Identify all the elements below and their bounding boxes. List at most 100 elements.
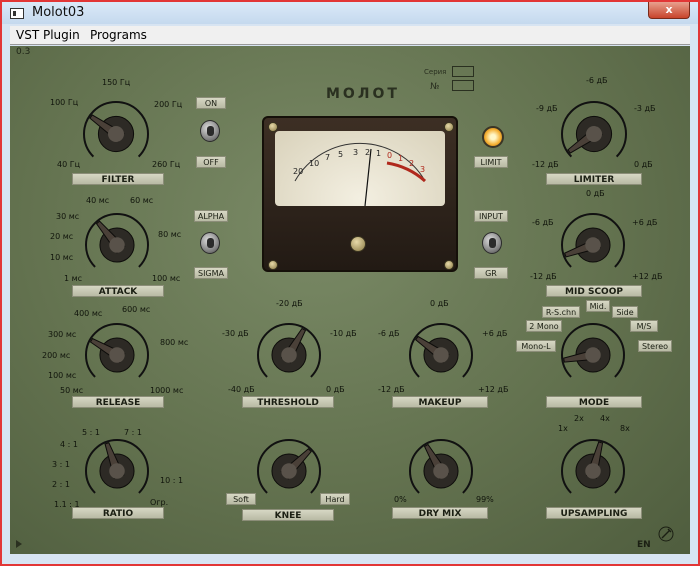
threshold-tick-label: 0 дБ [326,385,345,394]
number-plate [452,80,474,91]
mode-option-label: Side [612,306,638,318]
upsampling-tick-label: 4x [600,414,610,423]
title-bar[interactable]: Molot03 x [2,2,698,24]
limiter-tick-label: -9 дБ [536,104,558,113]
meter-scale-label: 2 [365,148,371,157]
attack-label: ATTACK [72,285,164,297]
mode-knob[interactable] [558,320,628,390]
meter-face: 20 10 7 5 3 2 1 0 1 2 3 [275,131,445,206]
threshold-tick-label: -40 дБ [228,385,255,394]
release-tick-label: 200 мс [42,351,71,360]
release-tick-label: 800 мс [160,338,189,347]
number-label: № [430,82,440,92]
meter-scale-label: 0 [387,151,393,160]
limiter-tick-label: -6 дБ [586,76,608,85]
mode-label: MODE [546,396,642,408]
ratio-tick-label: 5 : 1 [82,428,100,437]
dry-mix-knob[interactable] [406,436,476,506]
limiter-tick-label: 0 дБ [634,160,653,169]
ratio-label: RATIO [72,507,164,519]
filter-on-label: ON [196,97,226,109]
sigma-label: SIGMA [194,267,228,279]
release-tick-label: 100 мс [48,371,77,380]
meter-scale-label: 10 [309,159,320,168]
filter-label: FILTER [72,173,164,185]
expand-arrow-icon[interactable] [16,540,22,548]
ratio-tick-label: 2 : 1 [52,480,70,489]
filter-tick-label: 200 Гц [154,100,183,109]
meter-scale-label: 7 [325,153,331,162]
makeup-tick-label: -12 дБ [378,385,405,394]
mode-option-label: Mid. [586,300,610,312]
mid-scoop-tick-label: +6 дБ [632,218,658,227]
meter-scale-label: 5 [338,150,344,159]
ratio-tick-label: 4 : 1 [60,440,78,449]
filter-tick-label: 40 Гц [57,160,81,169]
mid-scoop-label: MID SCOOP [546,285,642,297]
attack-tick-label: 10 мс [50,253,74,262]
limit-lamp-icon [482,126,504,148]
filter-off-label: OFF [196,156,226,168]
makeup-tick-label: +6 дБ [482,329,508,338]
screw-icon [444,260,454,270]
ratio-tick-label: 7 : 1 [124,428,142,437]
menu-programs[interactable]: Programs [90,28,147,42]
upsampling-tick-label: 8x [620,424,630,433]
screw-icon [444,122,454,132]
meter-mode-toggle-switch[interactable] [482,232,502,254]
release-knob[interactable] [82,320,152,390]
makeup-tick-label: -6 дБ [378,329,400,338]
mode-option-label: 2 Mono [526,320,562,332]
ratio-knob[interactable] [82,436,152,506]
meter-scale-label: 3 [420,165,426,174]
upsampling-tick-label: 2x [574,414,584,423]
attack-tick-label: 1 мс [64,274,83,283]
limiter-label: LIMITER [546,173,642,185]
knee-tick-label: Soft [226,493,256,505]
input-label: INPUT [474,210,508,222]
ratio-tick-label: Огр. [150,498,169,507]
mid-scoop-tick-label: +12 дБ [632,272,663,281]
plugin-panel: 0.3 МОЛОТ Серия № ON OFF ALPHA SIGMA LIM… [10,46,690,554]
release-tick-label: 400 мс [74,309,103,318]
menu-vst-plugin[interactable]: VST Plugin [16,28,80,42]
knee-tick-label: Hard [320,493,350,505]
dry-mix-tick-label: 99% [476,495,494,504]
upsampling-knob[interactable] [558,436,628,506]
attack-knob[interactable] [82,210,152,280]
close-icon: x [665,3,673,16]
filter-knob[interactable] [80,98,152,170]
series-label: Серия [424,68,447,76]
vu-meter: 20 10 7 5 3 2 1 0 1 2 3 [262,116,458,272]
threshold-knob[interactable] [254,320,324,390]
screw-icon [268,260,278,270]
release-tick-label: 1000 мс [150,386,184,395]
threshold-tick-label: -20 дБ [276,299,303,308]
meter-adjust-screw-icon[interactable] [350,236,366,252]
knee-knob[interactable] [254,436,324,506]
makeup-tick-label: +12 дБ [478,385,509,394]
gr-label: GR [474,267,508,279]
makeup-tick-label: 0 дБ [430,299,449,308]
brand-label: МОЛОТ [326,86,400,102]
release-tick-label: 300 мс [48,330,77,339]
language-toggle[interactable]: EN [637,540,651,550]
limiter-knob[interactable] [558,98,630,170]
close-button[interactable]: x [648,2,690,19]
makeup-knob[interactable] [406,320,476,390]
filter-tick-label: 260 Гц [152,160,181,169]
ratio-tick-label: 10 : 1 [160,476,184,485]
mode-option-label: M/S [630,320,658,332]
mid-scoop-knob[interactable] [558,210,628,280]
attack-tick-label: 80 мс [158,230,182,239]
alpha-sigma-toggle-switch[interactable] [200,232,220,254]
upsampling-label: UPSAMPLING [546,507,642,519]
meter-scale-label: 20 [293,167,304,176]
meter-scale-label: 3 [353,148,359,157]
attack-tick-label: 60 мс [130,196,154,205]
menu-bar: VST Plugin Programs [10,26,690,45]
threshold-tick-label: -30 дБ [222,329,249,338]
dry-mix-label: DRY MIX [392,507,488,519]
threshold-label: THRESHOLD [242,396,334,408]
filter-toggle-switch[interactable] [200,120,220,142]
